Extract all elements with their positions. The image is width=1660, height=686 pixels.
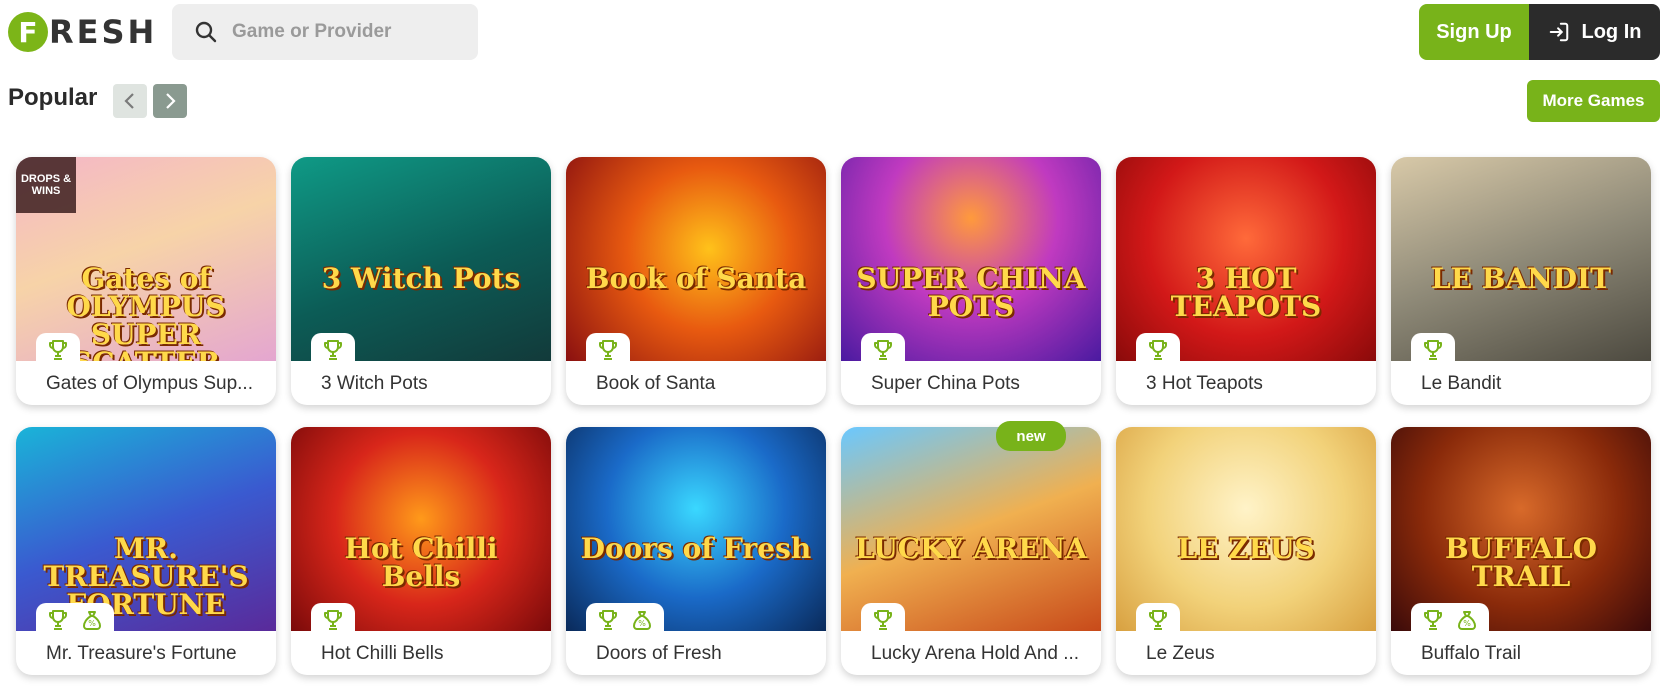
trophy-icon xyxy=(46,608,70,632)
game-feature-badges: % xyxy=(36,603,114,637)
game-name: Gates of Olympus Sup... xyxy=(46,373,253,394)
game-name: Doors of Fresh xyxy=(596,643,722,664)
game-thumbnail[interactable]: MR. TREASURE'S FORTUNE xyxy=(16,427,276,631)
game-art-title: 3 HOT TEAPOTS xyxy=(1170,262,1322,323)
game-feature-badges: % xyxy=(586,603,664,637)
log-in-label: Log In xyxy=(1581,20,1642,43)
search-box[interactable] xyxy=(172,4,478,60)
game-name: Super China Pots xyxy=(871,373,1020,394)
game-card[interactable]: MR. TREASURE'S FORTUNE% Mr. Treasure's Fo… xyxy=(16,427,276,675)
game-thumbnail[interactable]: LUCKY ARENA xyxy=(841,427,1101,631)
trophy-icon xyxy=(596,338,620,362)
game-name: Hot Chilli Bells xyxy=(321,643,444,664)
game-name: 3 Witch Pots xyxy=(321,373,428,394)
game-art-title: LE ZEUS xyxy=(1177,532,1315,565)
chevron-left-icon xyxy=(124,93,134,109)
game-card[interactable]: 3 Witch Pots 3 Witch Pots xyxy=(291,157,551,405)
game-thumbnail[interactable]: Doors of Fresh xyxy=(566,427,826,631)
carousel-next-button[interactable] xyxy=(153,84,187,118)
trophy-icon xyxy=(1146,608,1170,632)
money-bag-icon: % xyxy=(80,608,104,632)
money-bag-icon: % xyxy=(630,608,654,632)
game-art-title: 3 Witch Pots xyxy=(321,262,521,295)
carousel-prev-button[interactable] xyxy=(113,84,147,118)
game-card[interactable]: LE ZEUS Le Zeus xyxy=(1116,427,1376,675)
svg-text:%: % xyxy=(638,619,646,628)
game-thumbnail[interactable]: SUPER CHINA POTS xyxy=(841,157,1101,361)
trophy-icon xyxy=(1146,338,1170,362)
search-input[interactable] xyxy=(232,21,472,43)
game-feature-badges xyxy=(36,333,80,367)
trophy-icon xyxy=(321,338,345,362)
game-feature-badges: % xyxy=(1411,603,1489,637)
money-bag-icon: % xyxy=(1455,608,1479,632)
trophy-icon xyxy=(596,608,620,632)
trophy-icon xyxy=(871,338,895,362)
trophy-icon xyxy=(46,338,70,362)
game-name: 3 Hot Teapots xyxy=(1146,373,1263,394)
game-feature-badges xyxy=(861,333,905,367)
game-feature-badges xyxy=(1411,333,1455,367)
game-name: Mr. Treasure's Fortune xyxy=(46,643,237,664)
game-feature-badges xyxy=(861,603,905,637)
logo-text: RESH xyxy=(49,13,158,51)
game-thumbnail[interactable]: LE BANDIT xyxy=(1391,157,1651,361)
trophy-icon xyxy=(871,608,895,632)
fresh-logo[interactable]: F RESH xyxy=(8,12,157,52)
game-name: Le Zeus xyxy=(1146,643,1215,664)
game-card[interactable]: LUCKY ARENA Lucky Arena Hold And ... xyxy=(841,427,1101,675)
game-name: Book of Santa xyxy=(596,373,716,394)
game-feature-badges xyxy=(311,333,355,367)
game-art-title: Book of Santa xyxy=(585,262,807,295)
game-card[interactable]: Doors of Fresh% Doors of Fresh xyxy=(566,427,826,675)
game-thumbnail[interactable]: Hot Chilli Bells xyxy=(291,427,551,631)
top-header: F RESH Sign Up Log In xyxy=(0,0,1660,64)
chevron-right-icon xyxy=(166,93,176,109)
game-thumbnail[interactable]: LE ZEUS xyxy=(1116,427,1376,631)
new-badge: new xyxy=(996,421,1066,451)
trophy-icon xyxy=(321,608,345,632)
game-feature-badges xyxy=(311,603,355,637)
game-feature-badges xyxy=(586,333,630,367)
game-art-title: Hot Chilli Bells xyxy=(344,532,498,593)
game-feature-badges xyxy=(1136,603,1180,637)
trophy-icon xyxy=(1421,338,1445,362)
game-name: Le Bandit xyxy=(1421,373,1502,394)
game-card[interactable]: Book of Santa Book of Santa xyxy=(566,157,826,405)
game-thumbnail[interactable]: 3 HOT TEAPOTS xyxy=(1116,157,1376,361)
game-card[interactable]: LE BANDIT Le Bandit xyxy=(1391,157,1651,405)
drops-wins-badge: DROPS & WINS xyxy=(16,157,76,213)
game-card[interactable]: Hot Chilli Bells Hot Chilli Bells xyxy=(291,427,551,675)
game-thumbnail[interactable]: Gates of OLYMPUS SUPER SCATTERDROPS & WI… xyxy=(16,157,276,361)
login-icon xyxy=(1549,22,1568,42)
game-card[interactable]: BUFFALO TRAIL% Buffalo Trail xyxy=(1391,427,1651,675)
svg-text:%: % xyxy=(1463,619,1471,628)
game-art-title: LE BANDIT xyxy=(1431,262,1611,295)
game-thumbnail[interactable]: Book of Santa xyxy=(566,157,826,361)
game-art-title: SUPER CHINA POTS xyxy=(856,262,1086,323)
section-title: Popular xyxy=(8,84,98,111)
svg-text:%: % xyxy=(88,619,96,628)
game-feature-badges xyxy=(1136,333,1180,367)
logo-mark: F xyxy=(8,12,48,52)
game-card[interactable]: Gates of OLYMPUS SUPER SCATTERDROPS & WI… xyxy=(16,157,276,405)
game-thumbnail[interactable]: BUFFALO TRAIL xyxy=(1391,427,1651,631)
game-card[interactable]: SUPER CHINA POTS Super China Pots xyxy=(841,157,1101,405)
sign-up-button[interactable]: Sign Up xyxy=(1419,4,1529,60)
game-name: Buffalo Trail xyxy=(1421,643,1521,664)
game-card[interactable]: 3 HOT TEAPOTS 3 Hot Teapots xyxy=(1116,157,1376,405)
game-thumbnail[interactable]: 3 Witch Pots xyxy=(291,157,551,361)
game-name: Lucky Arena Hold And ... xyxy=(871,643,1080,664)
log-in-button[interactable]: Log In xyxy=(1529,4,1660,60)
game-art-title: Doors of Fresh xyxy=(580,532,812,565)
more-games-button[interactable]: More Games xyxy=(1527,80,1660,122)
search-icon xyxy=(195,21,217,43)
game-art-title: LUCKY ARENA xyxy=(855,532,1087,565)
trophy-icon xyxy=(1421,608,1445,632)
game-art-title: BUFFALO TRAIL xyxy=(1444,532,1597,593)
